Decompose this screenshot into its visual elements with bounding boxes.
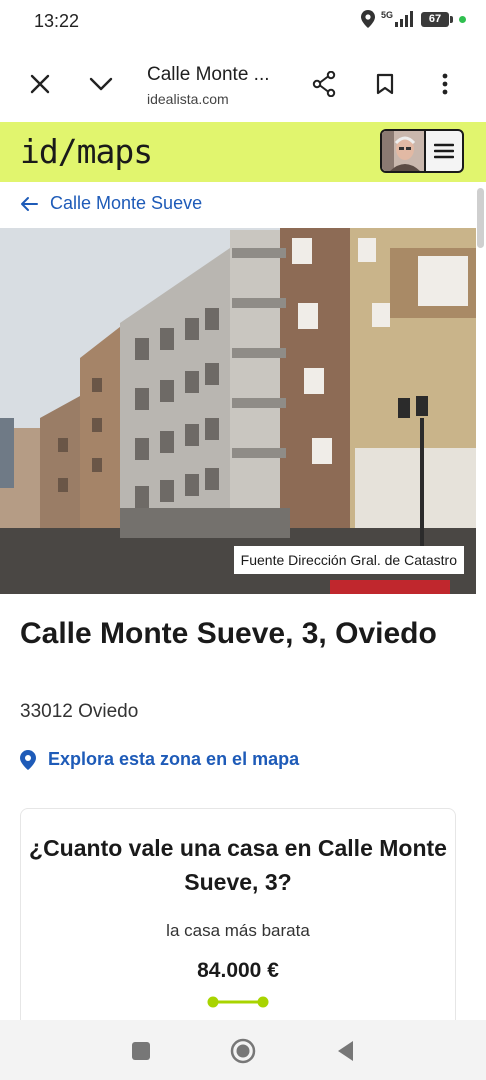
address-title: Calle Monte Sueve, 3, Oviedo xyxy=(20,617,437,650)
map-pin-icon xyxy=(20,749,36,770)
logo-maps: maps xyxy=(76,132,153,171)
close-icon[interactable] xyxy=(20,64,60,104)
idmaps-logo[interactable]: id/maps xyxy=(20,132,153,171)
logo-id: id xyxy=(20,132,59,171)
share-icon[interactable] xyxy=(304,64,344,104)
more-vert-icon[interactable] xyxy=(425,64,465,104)
status-bar: 13:22 5G 67 xyxy=(0,0,486,44)
privacy-dot xyxy=(459,15,466,23)
site-header: id/maps xyxy=(0,122,486,182)
page-domain[interactable]: idealista.com xyxy=(147,91,229,107)
location-icon xyxy=(360,10,375,28)
back-link-label: Calle Monte Sueve xyxy=(50,193,203,213)
postal-code: 33012 Oviedo xyxy=(20,701,139,722)
explore-map-label: Explora esta zona en el mapa xyxy=(48,749,300,769)
back-link[interactable]: Calle Monte Sueve xyxy=(20,193,202,214)
page-title[interactable]: Calle Monte ... xyxy=(147,64,270,86)
chevron-down-icon[interactable] xyxy=(81,64,121,104)
building-photo-illustration xyxy=(0,228,476,594)
bookmark-icon[interactable] xyxy=(365,64,405,104)
user-menu[interactable] xyxy=(380,129,464,173)
arrow-left-icon xyxy=(21,196,38,211)
battery-level: 67 xyxy=(428,13,442,25)
home-icon[interactable] xyxy=(228,1036,258,1066)
battery-icon: 67 xyxy=(421,11,453,27)
price-card-subtitle: la casa más barata xyxy=(166,921,310,940)
network-label: 5G xyxy=(380,10,393,20)
menu-icon[interactable] xyxy=(426,143,462,159)
back-nav-icon[interactable] xyxy=(330,1036,360,1066)
logo-slash: / xyxy=(57,132,78,171)
status-icons: 5G 67 xyxy=(360,10,466,28)
signal-icon xyxy=(395,11,413,27)
photo-caption: Fuente Dirección Gral. de Catastro xyxy=(233,546,464,574)
scrollbar[interactable] xyxy=(477,188,484,248)
system-nav-bar xyxy=(0,1020,486,1080)
price-card-title: ¿Cuanto vale una casa en Calle Monte Sue… xyxy=(29,835,447,895)
price-card: ¿Cuanto vale una casa en Calle Monte Sue… xyxy=(20,808,456,1048)
price-range-indicator xyxy=(207,996,269,1008)
cheapest-price: 84.000 € xyxy=(197,959,279,982)
browser-bar: Calle Monte ... idealista.com xyxy=(0,44,486,122)
avatar[interactable] xyxy=(382,131,426,171)
status-time: 13:22 xyxy=(34,11,80,31)
building-photo[interactable]: Fuente Dirección Gral. de Catastro xyxy=(0,228,476,594)
explore-map-link[interactable]: Explora esta zona en el mapa xyxy=(20,749,299,770)
recents-icon[interactable] xyxy=(126,1036,156,1066)
